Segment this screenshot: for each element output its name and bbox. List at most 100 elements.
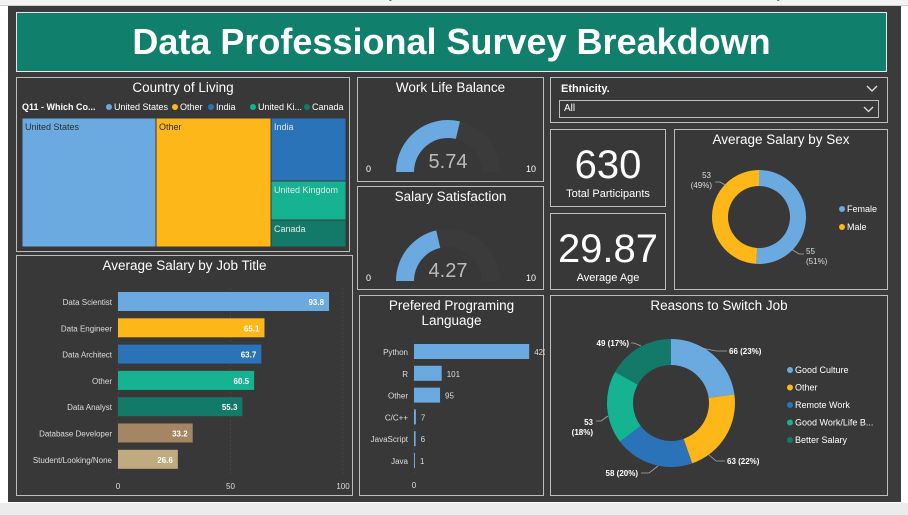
- legend-label: India: [216, 102, 236, 112]
- legend-label: Good Work/Life B...: [795, 418, 873, 428]
- gauge-value: 5.74: [429, 151, 468, 173]
- data-label: 63.7: [241, 351, 257, 360]
- category-label: Student/Looking/None: [33, 456, 113, 465]
- gauge-min-label: 0: [366, 273, 371, 283]
- avg-age-label: Average Age: [576, 272, 640, 284]
- data-label: 33.2: [172, 430, 188, 439]
- treemap-cell-label: United States: [25, 122, 80, 132]
- category-label: Python: [383, 348, 408, 357]
- label-leader: [790, 248, 804, 255]
- salary-satisfaction-card[interactable]: Salary Satisfaction 4.27 0 10: [357, 186, 544, 290]
- treemap-cell-label: India: [274, 122, 294, 132]
- category-label: C/C++: [385, 413, 408, 422]
- treemap-cell-label: Other: [159, 122, 182, 132]
- bar: [414, 387, 441, 403]
- ribbon-tab[interactable]: Sensitivity: [737, 0, 782, 2]
- dropdown-chevron-icon[interactable]: [863, 106, 874, 113]
- legend-dot: [839, 224, 845, 230]
- switch-job-card[interactable]: Reasons to Switch Job 66 (23%) 63 (22%) 58…: [550, 295, 888, 496]
- legend-dot: [787, 419, 793, 426]
- tick-label: 100: [336, 482, 350, 491]
- languages-bar-chart[interactable]: 0 500 Python 420 R 101 Other 95 C/C++ 7 JavaScript…: [360, 296, 545, 497]
- data-label: (49%): [691, 181, 713, 190]
- ribbon-tab[interactable]: Data: [143, 0, 164, 2]
- legend-label: Female: [847, 204, 877, 214]
- category-label: R: [402, 370, 408, 379]
- label-leader: [707, 453, 725, 462]
- data-label: 63 (22%): [727, 457, 760, 466]
- label-leader: [641, 465, 659, 474]
- gauge-value: 4.27: [429, 260, 468, 282]
- ribbon-tab[interactable]: Share: [815, 0, 842, 2]
- legend-title: Q11 - Which Co...: [22, 102, 96, 112]
- donut-slice: [756, 170, 806, 264]
- data-label: 58 (20%): [606, 469, 639, 478]
- country-treemap[interactable]: Q11 - Which Co... United States Other India…: [17, 78, 351, 253]
- gauge-max-label: 10: [526, 273, 536, 283]
- ethnicity-label: Ethnicity.: [561, 83, 610, 95]
- data-label: (51%): [806, 257, 828, 266]
- ribbon-tab[interactable]: Queries: [385, 0, 420, 2]
- legend-label: United States: [114, 102, 169, 112]
- ribbon-tab[interactable]: Calculations: [640, 0, 694, 2]
- salary-by-job-bar-chart[interactable]: 0 50 100 Data Scientist 93.8 Data Engineer 65.…: [17, 256, 354, 497]
- data-label: (18%): [572, 428, 594, 437]
- chevron-down-icon[interactable]: [866, 85, 878, 93]
- bar: [118, 318, 265, 338]
- legend-label: Canada: [312, 102, 344, 112]
- participants-value: 630: [574, 143, 642, 187]
- legend-label: Good Culture: [795, 365, 849, 375]
- legend-dot: [787, 367, 793, 373]
- bar: [414, 365, 442, 381]
- country-card[interactable]: Country of Living Q11 - Which Co... Unite…: [16, 77, 350, 252]
- bar: [118, 292, 330, 311]
- languages-card[interactable]: Prefered Programing Language 0500Python4…: [359, 295, 545, 497]
- data-label: 26.6: [157, 456, 173, 465]
- avg-age-card: 29.87 Average Age: [550, 213, 666, 290]
- data-label: 53: [584, 418, 593, 427]
- tick-label: 0: [116, 482, 121, 491]
- tick-label: 500: [544, 481, 545, 490]
- treemap-cell-label: Canada: [274, 224, 306, 234]
- donut-slice: [683, 394, 735, 464]
- donut-slice: [671, 339, 735, 398]
- status-bar: [0, 503, 908, 515]
- ethnicity-dropdown[interactable]: All: [559, 100, 879, 118]
- work-life-card[interactable]: Work Life Balance 5.74 0 10: [357, 77, 544, 182]
- data-label: 66 (23%): [729, 347, 762, 356]
- label-leader: [715, 181, 728, 187]
- label-leader: [596, 415, 609, 422]
- category-label: Other: [92, 377, 112, 386]
- bar: [414, 453, 415, 468]
- gauge-min-label: 0: [366, 164, 371, 174]
- data-label: 53: [702, 171, 711, 180]
- bar: [414, 409, 416, 425]
- bar: [414, 344, 530, 359]
- tick-label: 0: [412, 481, 417, 490]
- ethnicity-selected-value: All: [564, 103, 576, 114]
- category-label: JavaScript: [371, 435, 409, 444]
- ribbon-tab[interactable]: Insert: [522, 0, 547, 2]
- switch-job-donut[interactable]: 66 (23%) 63 (22%) 58 (20%) 53(18%) 49 (17%) G…: [551, 296, 889, 497]
- legend-dot: [787, 384, 793, 391]
- legend-label: United Ki...: [258, 102, 302, 112]
- data-label: 65.1: [244, 324, 260, 333]
- data-label: 420: [534, 348, 545, 357]
- bar: [414, 431, 416, 447]
- category-label: Database Developer: [39, 430, 112, 439]
- category-label: Java: [391, 457, 408, 466]
- data-label: 101: [447, 370, 461, 379]
- salary-by-job-card[interactable]: Average Salary by Job Title 0 50 100 Data S…: [16, 255, 353, 496]
- category-label: Data Analyst: [67, 403, 113, 412]
- data-label: 60.5: [234, 377, 250, 386]
- salary-by-sex-card[interactable]: Average Salary by Sex 55 (51%) 53 (49%) Fema…: [674, 129, 888, 290]
- label-leader: [631, 342, 642, 347]
- ethnicity-slicer[interactable]: Ethnicity. All: [550, 77, 888, 123]
- legend-label: Other: [180, 102, 203, 112]
- salary-by-sex-donut[interactable]: 55(51%) 53(49%) Female Male: [675, 130, 889, 291]
- legend-dot: [106, 104, 112, 110]
- salary-satisfaction-gauge: 4.27 0 10: [366, 229, 536, 283]
- participants-card: 630 Total Participants: [550, 129, 666, 207]
- avg-age-value: 29.87: [557, 227, 659, 271]
- data-label: 93.8: [308, 298, 324, 307]
